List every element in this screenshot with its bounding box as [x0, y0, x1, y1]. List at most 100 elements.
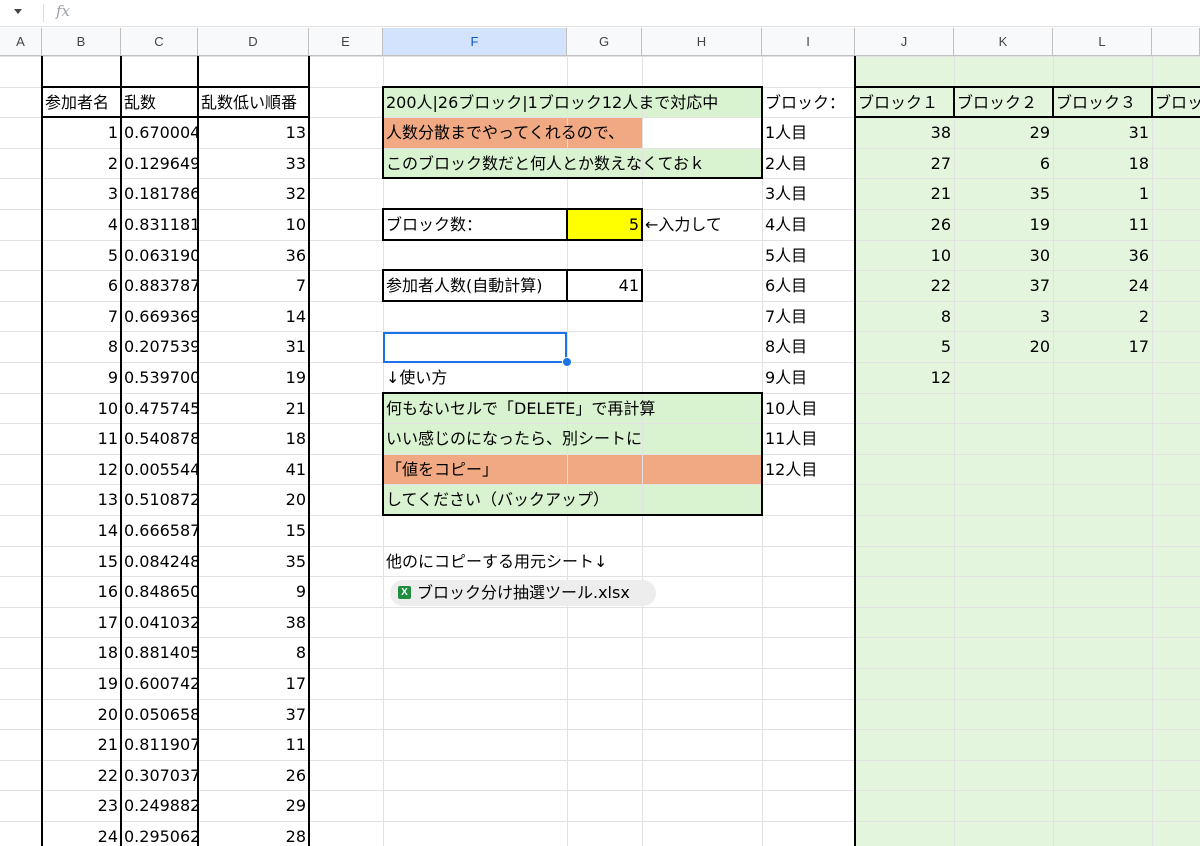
block-header: ブロック３ — [1056, 92, 1137, 112]
column-header-i[interactable]: I — [762, 28, 855, 56]
random-rank: 29 — [285, 796, 306, 816]
notice-line-1: 200人|26ブロック|1ブロック12人まで対応中 — [386, 92, 719, 112]
random-value: 0.084248 — [124, 551, 198, 571]
notice-line-2: 人数分散までやってくれるので、 — [386, 123, 625, 143]
block-cell: 17 — [1128, 337, 1149, 357]
block-count-label: ブロック数： — [386, 215, 483, 234]
block-cell — [855, 424, 954, 455]
random-rank: 36 — [285, 245, 306, 265]
block-count-input[interactable]: 5 — [567, 210, 642, 241]
column-header-j[interactable]: J — [855, 28, 954, 56]
gridline-h — [0, 56, 1200, 57]
block-cell: 10 — [930, 245, 951, 265]
usage-line: いい感じのになったら、別シートに — [386, 429, 643, 449]
blocks-border-left — [854, 56, 856, 846]
random-value: 0.881405 — [124, 643, 198, 663]
column-header-l[interactable]: L — [1053, 28, 1152, 56]
usage-border-right — [761, 392, 763, 516]
block3-header-border-bottom — [1052, 116, 1153, 118]
column-header-k[interactable]: K — [954, 28, 1053, 56]
participant-id: 23 — [97, 796, 118, 816]
excel-file-icon: X — [398, 586, 411, 599]
participant-id: 6 — [107, 276, 118, 296]
file-chip-label[interactable]: ブロック分け抽選ツール.xlsx — [417, 580, 630, 606]
column-header-b[interactable]: B — [42, 28, 121, 56]
random-value: 0.883787 — [124, 276, 198, 296]
random-rank: 33 — [285, 153, 306, 173]
usage-border-left — [382, 392, 384, 516]
participant-id: 16 — [97, 582, 118, 602]
participant-id: 1 — [107, 123, 118, 143]
random-value: 0.670004 — [124, 123, 198, 143]
participant-count-value: 41 — [618, 276, 639, 296]
pc-value-border-right — [641, 269, 643, 302]
participant-id: 17 — [97, 612, 118, 632]
usage-line: 「値をコピー」 — [386, 459, 499, 479]
participant-id: 8 — [107, 337, 118, 357]
column-header-e[interactable]: E — [309, 28, 383, 56]
column-header-f[interactable]: F — [383, 28, 567, 56]
random-value: 0.540878 — [124, 429, 198, 449]
random-value: 0.181786 — [124, 184, 198, 204]
block-cell: 38 — [930, 123, 951, 143]
block-row-label: 7人目 — [765, 306, 808, 326]
column-header-d[interactable]: D — [198, 28, 309, 56]
block-cell — [1053, 424, 1152, 455]
column-header-a[interactable]: A — [0, 28, 42, 56]
block-cell: 21 — [930, 184, 951, 204]
usage-line: 何もないセルで「DELETE」で再計算 — [386, 398, 656, 418]
block-value-border-bottom — [566, 239, 643, 241]
block-label-border-top — [382, 208, 568, 210]
fill-handle[interactable] — [562, 357, 572, 367]
column-header-c[interactable]: C — [121, 28, 198, 56]
pc-label-border-top — [382, 269, 568, 271]
block-cell: 29 — [1029, 123, 1050, 143]
participant-id: 9 — [107, 368, 118, 387]
block3-header-border-left — [1052, 86, 1054, 118]
participants-border-header-top — [41, 86, 310, 88]
block-row-label: 4人目 — [765, 215, 808, 234]
random-value: 0.811907 — [124, 735, 198, 755]
participant-header: 乱数低い順番 — [201, 92, 298, 112]
block-cell: 37 — [1029, 276, 1050, 296]
random-value: 0.041032 — [124, 612, 198, 632]
block-value-border-top — [566, 208, 643, 210]
random-value: 0.831181 — [124, 215, 198, 234]
random-value: 0.307037 — [124, 765, 198, 785]
block-header: ブロッ — [1155, 92, 1200, 112]
participant-id: 11 — [97, 429, 118, 449]
block-cell: 26 — [930, 215, 951, 234]
random-rank: 13 — [285, 123, 306, 143]
block-cell: 30 — [1029, 245, 1050, 265]
random-rank: 20 — [285, 490, 306, 510]
blocks-row-label-header: ブロック： — [765, 92, 846, 112]
random-rank: 15 — [285, 521, 306, 540]
random-value: 0.249882 — [124, 796, 198, 816]
block-cell — [954, 424, 1053, 455]
pc-value-border-top — [566, 269, 643, 271]
participant-id: 5 — [107, 245, 118, 265]
participants-border-header-bottom — [41, 116, 310, 118]
random-value: 0.848650 — [124, 582, 198, 602]
column-header-g[interactable]: G — [567, 28, 642, 56]
column-header-m[interactable] — [1152, 28, 1200, 56]
column-header-h[interactable]: H — [642, 28, 762, 56]
pc-label-border-left — [382, 269, 384, 302]
random-value: 0.050658 — [124, 704, 198, 724]
random-value: 0.600742 — [124, 674, 198, 693]
block2-header-border-left — [953, 86, 955, 118]
participant-id: 12 — [97, 459, 118, 479]
selected-cell[interactable] — [383, 332, 567, 363]
random-rank: 19 — [285, 368, 306, 387]
name-box-dropdown-icon[interactable] — [14, 9, 22, 14]
notice-border-bottom — [382, 177, 763, 179]
usage-border-top — [382, 392, 763, 394]
block-cell: 5 — [940, 337, 951, 357]
fx-icon: fx — [56, 2, 71, 20]
block-cell: 12 — [930, 368, 951, 387]
participants-border-left — [41, 56, 43, 846]
random-rank: 10 — [285, 215, 306, 234]
participant-id: 13 — [97, 490, 118, 510]
block-cell: 31 — [1128, 123, 1149, 143]
random-rank: 9 — [295, 582, 306, 602]
